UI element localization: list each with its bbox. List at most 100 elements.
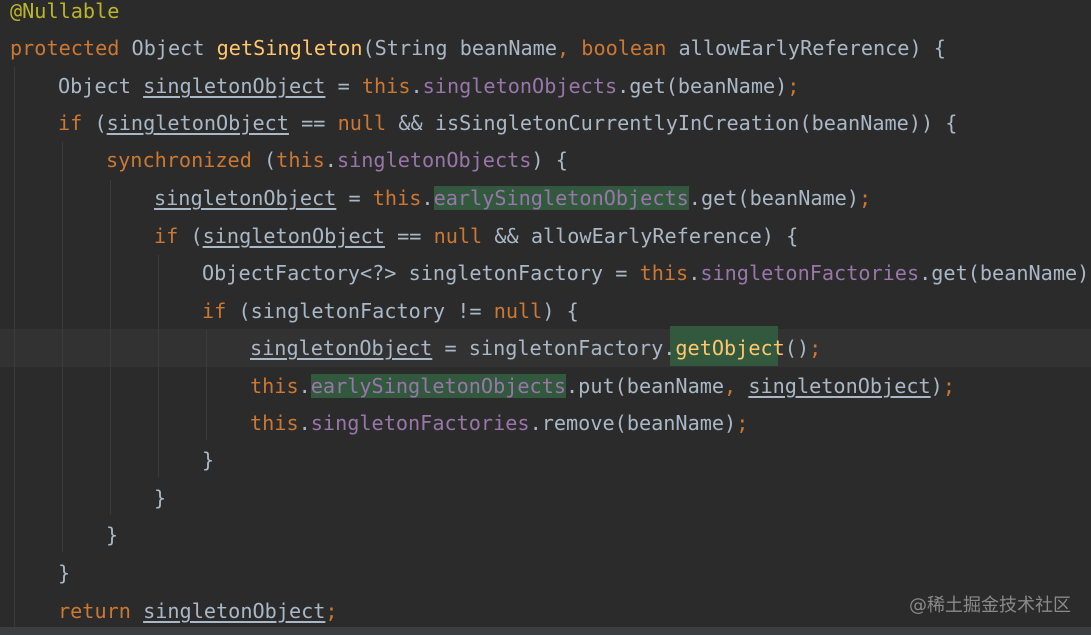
variable[interactable]: singletonObject (154, 186, 336, 210)
punctuation: ( (94, 111, 107, 135)
indent-guide (14, 67, 15, 627)
brace: } (106, 523, 119, 547)
keyword: this (250, 374, 299, 398)
indent-guide (110, 180, 111, 515)
field-highlighted[interactable]: earlySingletonObjects (433, 186, 689, 210)
variable[interactable]: singletonObject (250, 336, 432, 360)
keyword: null (493, 299, 543, 323)
horizontal-scrollbar[interactable] (0, 627, 1091, 635)
keyword: protected (10, 36, 120, 60)
parameter: beanName (459, 36, 557, 60)
code-editor[interactable]: @Nullable protected Object getSingleton(… (0, 0, 1091, 635)
punctuation: () (784, 336, 810, 360)
punctuation: . (298, 411, 311, 435)
operator: == (301, 111, 326, 135)
method-call[interactable]: get (701, 186, 737, 210)
brace: } (154, 486, 167, 510)
punctuation: . (688, 261, 701, 285)
punctuation: ( (799, 111, 812, 135)
semicolon: ; (858, 186, 872, 210)
variable[interactable]: singletonObject (748, 374, 930, 398)
punctuation: . (421, 186, 434, 210)
brace: { (786, 224, 799, 248)
punctuation: ( (737, 186, 750, 210)
method-declaration[interactable]: getSingleton (217, 36, 363, 60)
punctuation: ( (238, 299, 251, 323)
semicolon: ; (325, 599, 338, 623)
operator: != (457, 299, 482, 323)
indent-guide (206, 330, 207, 440)
method-call[interactable]: get (629, 74, 665, 98)
code-line-11: this.earlySingletonObjects.put(beanName,… (250, 368, 955, 406)
punctuation: , (556, 36, 570, 60)
brace: } (58, 561, 71, 585)
keyword: if (58, 111, 83, 135)
keyword: this (361, 74, 411, 98)
variable[interactable]: singletonObject (143, 74, 325, 98)
code-line-8: ObjectFactory<?> singletonFactory = this… (202, 255, 1091, 293)
variable: singletonFactory (408, 261, 604, 285)
punctuation: . (324, 148, 337, 172)
punctuation: ( (190, 224, 203, 248)
method-call[interactable]: isSingletonCurrentlyInCreation (435, 111, 800, 135)
keyword: null (433, 224, 483, 248)
semicolon: ; (736, 411, 749, 435)
type: String (374, 36, 448, 60)
variable: singletonFactory (250, 299, 446, 323)
code-line-9: if (singletonFactory != null) { (202, 293, 579, 331)
punctuation: . (410, 74, 423, 98)
method-call-highlighted[interactable]: getObject (675, 336, 784, 360)
field[interactable]: singletonObjects (423, 74, 617, 98)
semicolon: ; (787, 74, 800, 98)
variable[interactable]: singletonObject (203, 224, 385, 248)
punctuation: ( (614, 411, 627, 435)
keyword: this (250, 411, 299, 435)
punctuation: ) (1077, 261, 1090, 285)
code-line-15: } (106, 517, 118, 555)
annotation: @Nullable (10, 0, 120, 23)
method-call[interactable]: get (931, 261, 967, 285)
code-line-14: } (154, 480, 166, 518)
keyword: this (639, 261, 689, 285)
variable[interactable]: singletonObject (107, 111, 289, 135)
argument: beanName (749, 186, 847, 210)
punctuation: ( (665, 74, 678, 98)
field[interactable]: singletonFactories (311, 411, 530, 435)
type: Object (58, 74, 131, 98)
field-highlighted[interactable]: earlySingletonObjects (310, 374, 567, 398)
punctuation: ) (920, 111, 934, 135)
code-line-3: Object singletonObject = this.singletonO… (58, 68, 799, 106)
indent-guide (62, 142, 63, 552)
punctuation: ) (908, 111, 921, 135)
punctuation: ) (531, 148, 544, 172)
punctuation: . (566, 374, 579, 398)
punctuation: ) (775, 74, 788, 98)
brace: } (202, 448, 215, 472)
type: Object (131, 36, 205, 60)
punctuation: ) (724, 411, 737, 435)
keyword: this (276, 148, 325, 172)
argument: beanName (811, 111, 909, 135)
method-call[interactable]: remove (542, 411, 615, 435)
punctuation: ( (362, 36, 375, 60)
code-line-2: protected Object getSingleton(String bea… (10, 30, 946, 68)
punctuation: ) (909, 36, 922, 60)
code-line-16: } (58, 555, 70, 593)
operator: && (398, 111, 423, 135)
variable: singletonFactory (468, 336, 664, 360)
field[interactable]: singletonObjects (337, 148, 531, 172)
punctuation: . (663, 336, 676, 360)
punctuation: . (919, 261, 932, 285)
punctuation: , (724, 374, 737, 398)
operator: && (494, 224, 519, 248)
punctuation: . (529, 411, 542, 435)
variable[interactable]: singletonObject (143, 599, 325, 623)
operator: == (397, 224, 422, 248)
code-line-7: if (singletonObject == null && allowEarl… (154, 218, 798, 256)
method-call[interactable]: put (578, 374, 614, 398)
operator: = (444, 336, 457, 360)
code-line-13: } (202, 442, 214, 480)
field[interactable]: singletonFactories (700, 261, 919, 285)
code-line-6: singletonObject = this.earlySingletonObj… (154, 180, 871, 218)
keyword: null (337, 111, 387, 135)
